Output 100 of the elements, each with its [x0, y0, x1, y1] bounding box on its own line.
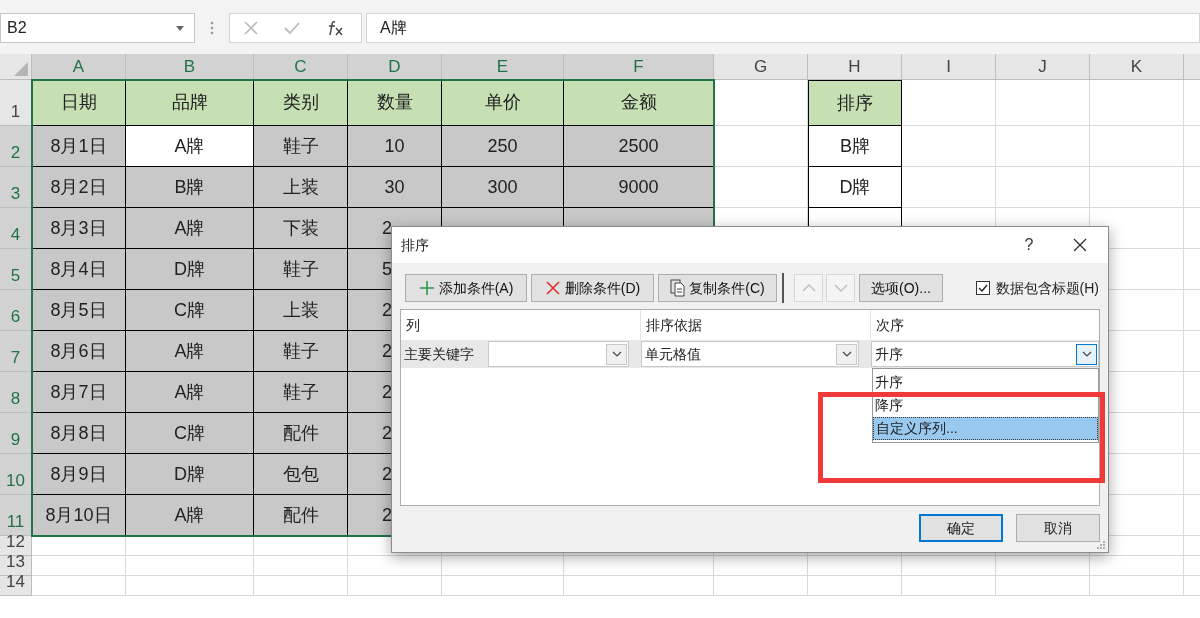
table-cell: B牌 [126, 167, 254, 208]
chevron-up-icon [801, 284, 816, 292]
table-cell: 300 [442, 167, 564, 208]
table-cell: 250 [442, 126, 564, 167]
chevron-down-icon [841, 351, 852, 357]
grip-icon [210, 21, 214, 35]
row-header[interactable]: 13 [0, 556, 32, 576]
header-cell: 排序 [808, 80, 902, 126]
column-header[interactable]: A [32, 54, 126, 80]
table-cell: A牌 [126, 331, 254, 372]
sort-on-select[interactable]: 单元格值 [641, 341, 859, 367]
table-cell: B牌 [808, 126, 902, 167]
table-cell: 9000 [564, 167, 714, 208]
column-header[interactable]: B [126, 54, 254, 80]
row-header[interactable]: 14 [0, 576, 32, 596]
row-header[interactable]: 7 [0, 331, 32, 372]
chevron-down-icon [833, 284, 848, 292]
row-header[interactable]: 9 [0, 413, 32, 454]
table-cell: 8月5日 [32, 290, 126, 331]
column-header[interactable]: I [902, 54, 996, 80]
column-header[interactable]: J [996, 54, 1090, 80]
header-cell: 数量 [348, 80, 442, 126]
table-cell: 8月4日 [32, 249, 126, 290]
column-header[interactable]: F [564, 54, 714, 80]
row-header[interactable]: 2 [0, 126, 32, 167]
chevron-down-icon [1081, 351, 1092, 357]
dropdown-option[interactable]: 升序 [873, 371, 1098, 394]
table-cell: 8月7日 [32, 372, 126, 413]
table-cell: D牌 [808, 167, 902, 208]
table-cell: 包包 [254, 454, 348, 495]
dialog-button[interactable]: 取消 [1016, 514, 1100, 542]
header-cell: 品牌 [126, 80, 254, 126]
column-header[interactable]: D [348, 54, 442, 80]
close-icon [1073, 238, 1087, 252]
select-all-icon [14, 62, 28, 76]
column-header[interactable]: G [714, 54, 808, 80]
column-header[interactable]: E [442, 54, 564, 80]
order-select[interactable]: 升序 [871, 341, 1099, 367]
table-cell: 上装 [254, 290, 348, 331]
table-cell: C牌 [126, 413, 254, 454]
column-heading: 排序依据 [646, 315, 702, 335]
table-cell: 下装 [254, 208, 348, 249]
row-header[interactable]: 3 [0, 167, 32, 208]
header-checkbox[interactable]: 数据包含标题(H) [975, 277, 1099, 299]
dialog-button[interactable]: 确定 [919, 514, 1003, 542]
dropdown-option[interactable]: 自定义序列... [873, 417, 1098, 440]
table-cell: A牌 [126, 372, 254, 413]
row-header[interactable]: 12 [0, 536, 32, 556]
row-header[interactable]: 8 [0, 372, 32, 413]
formula-text: A牌 [380, 18, 407, 38]
dropdown-option[interactable]: 降序 [873, 394, 1098, 417]
table-cell: C牌 [126, 290, 254, 331]
column-select[interactable] [488, 341, 629, 367]
sort-level-row[interactable]: 主要关键字 单元格值 升序 [401, 340, 1099, 368]
help-button[interactable]: ? [1006, 227, 1052, 263]
table-cell: 10 [348, 126, 442, 167]
row-header[interactable]: 1 [0, 80, 32, 126]
chevron-down-icon [611, 351, 622, 357]
table-cell: A牌 [126, 495, 254, 536]
column-header[interactable]: H [808, 54, 902, 80]
header-cell: 日期 [32, 80, 126, 126]
table-cell: 鞋子 [254, 249, 348, 290]
column-header [1184, 54, 1200, 80]
table-cell: 配件 [254, 413, 348, 454]
table-cell: D牌 [126, 454, 254, 495]
table-cell: 2500 [564, 126, 714, 167]
enter-icon [284, 21, 300, 35]
toolbar-button[interactable]: 添加条件(A) [405, 274, 527, 302]
toolbar-button[interactable]: 选项(O)... [859, 274, 943, 302]
copy-icon [670, 279, 686, 297]
column-header[interactable]: K [1090, 54, 1184, 80]
table-cell: A牌 [126, 208, 254, 249]
function-icon [326, 20, 344, 36]
table-cell: 8月3日 [32, 208, 126, 249]
row-header[interactable]: 6 [0, 290, 32, 331]
column-heading: 次序 [876, 315, 904, 335]
row-header[interactable]: 10 [0, 454, 32, 495]
table-cell: 鞋子 [254, 372, 348, 413]
header-cell: 类别 [254, 80, 348, 126]
column-header[interactable]: C [254, 54, 348, 80]
cell-reference: B2 [7, 18, 27, 38]
toolbar-button[interactable]: 删除条件(D) [531, 274, 654, 302]
table-cell: 8月10日 [32, 495, 126, 536]
row-header[interactable]: 5 [0, 249, 32, 290]
table-cell: A牌 [126, 126, 254, 167]
formula-field[interactable]: A牌 [366, 13, 1200, 43]
dropdown-icon [176, 25, 184, 31]
toolbar-button[interactable]: 复制条件(C) [658, 274, 777, 302]
row-header[interactable]: 4 [0, 208, 32, 249]
row-header[interactable]: 11 [0, 495, 32, 536]
plus-icon [418, 280, 435, 296]
table-cell: 8月1日 [32, 126, 126, 167]
table-cell: 上装 [254, 167, 348, 208]
name-box[interactable]: B2 [0, 13, 195, 43]
table-cell: 8月6日 [32, 331, 126, 372]
header-cell: 金额 [564, 80, 714, 126]
table-cell: 30 [348, 167, 442, 208]
table-cell: D牌 [126, 249, 254, 290]
header-cell: 单价 [442, 80, 564, 126]
resize-grip-icon [1096, 540, 1106, 550]
